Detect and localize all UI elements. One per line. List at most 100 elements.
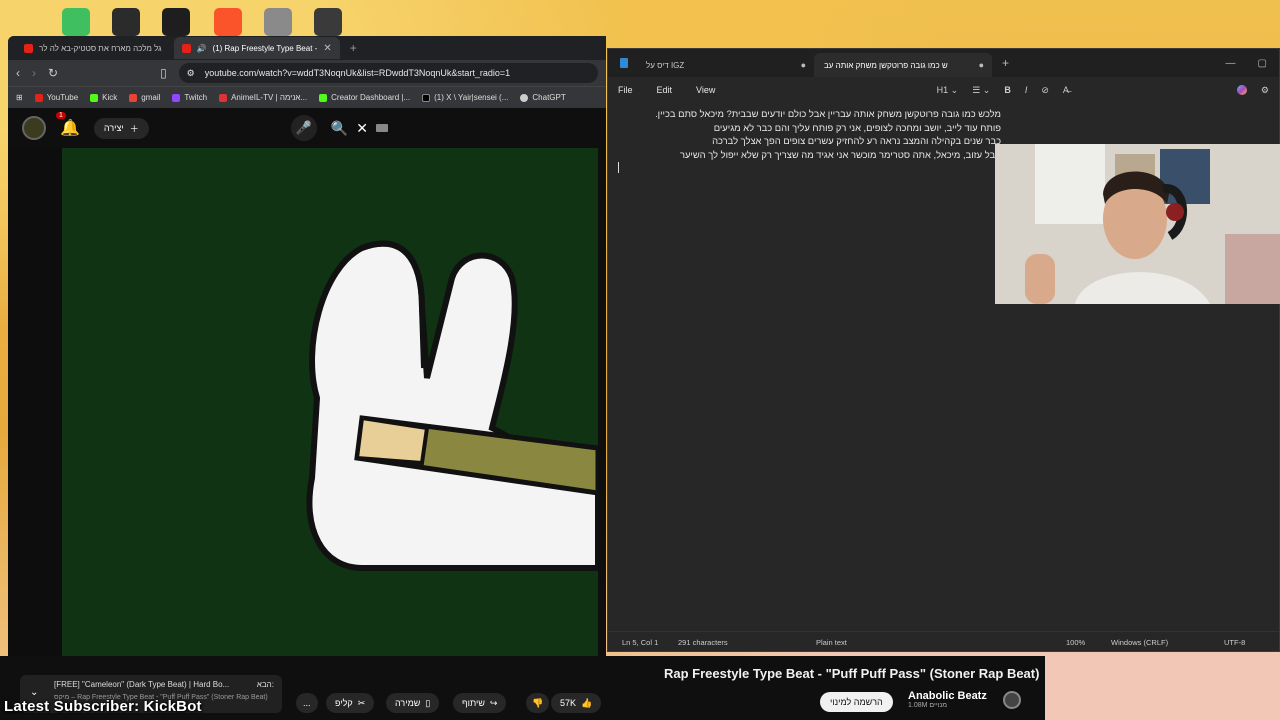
unsaved-dot-icon[interactable]: ●	[801, 60, 806, 70]
heading-dropdown[interactable]: H1 ⌄	[937, 85, 959, 96]
status-line-ending: Windows (CRLF)	[1111, 638, 1169, 647]
more-actions-button[interactable]: ...	[296, 693, 318, 713]
channel-avatar[interactable]	[1003, 691, 1021, 709]
new-tab-icon[interactable]: +	[344, 41, 363, 55]
new-tab-icon[interactable]: +	[1002, 56, 1009, 70]
status-characters: 291 characters	[678, 638, 728, 647]
clip-label: קליפ	[335, 698, 353, 708]
anime-site-icon	[219, 93, 228, 102]
user-photo-icon[interactable]	[264, 8, 292, 36]
italic-icon[interactable]: I	[1025, 85, 1028, 95]
list-icon[interactable]: ☰ ⌄	[972, 85, 990, 96]
channel-name[interactable]: Anabolic Beatz	[908, 690, 987, 702]
menu-edit[interactable]: Edit	[657, 85, 673, 95]
clear-search-icon[interactable]: ✕	[356, 120, 368, 137]
browser-tab-strip: גל מלכה מארח את סטטיק-בא לה לר 🔊 (1) Rap…	[8, 36, 606, 60]
bookmark-kick[interactable]: Kick	[90, 93, 117, 102]
cat-app-icon[interactable]	[112, 8, 140, 36]
bookmark-label: (1) X \ Yair|sensei (...	[434, 93, 509, 102]
site-info-icon[interactable]: ⚙	[187, 68, 195, 79]
search-bar[interactable]: 🔍 ✕	[331, 120, 388, 137]
webcam-overlay	[995, 144, 1280, 304]
more-icon: ...	[303, 698, 311, 708]
streamer-camera-image	[995, 144, 1280, 304]
channel-info[interactable]: Anabolic Beatz 1.08M מנויים	[908, 690, 987, 709]
notepad-tab-label: דיס על IGZ	[646, 60, 685, 70]
thumbs-down-icon: 👎	[532, 697, 544, 708]
bookmark-label: Creator Dashboard |...	[331, 93, 411, 102]
player-side-strip	[8, 148, 62, 656]
notepad-text-area[interactable]: מלכש כמו גובה פרוטקשן משחק אותה עבריין א…	[611, 107, 1001, 161]
settings-icon[interactable]: ⚙	[1261, 85, 1269, 96]
avatar[interactable]	[22, 116, 46, 140]
twitch-icon	[172, 93, 181, 102]
text-line: כבר שנים בקהילה והמצב נראה רע להחזיק עשר…	[712, 135, 1001, 146]
subscribe-button[interactable]: הרשמה למינוי	[820, 692, 893, 712]
video-thumbnail-art	[306, 240, 598, 571]
youtube-favicon-icon	[181, 43, 191, 53]
status-encoding: UTF-8	[1224, 638, 1246, 647]
clear-format-icon[interactable]: A̶	[1063, 85, 1069, 95]
create-button[interactable]: יצירה ＋	[93, 117, 149, 139]
film-app-icon[interactable]	[314, 8, 342, 36]
kick-icon	[90, 93, 99, 102]
text-line: פותח עוד לייב, יושב ומחכה לצופים, אני רק…	[713, 121, 1001, 133]
clip-button[interactable]: קליפ ✂	[326, 693, 375, 713]
brave-browser-icon[interactable]	[214, 8, 242, 36]
like-button[interactable]: 57K 👍	[551, 693, 602, 713]
share-button[interactable]: שיתוף ↪	[453, 693, 507, 713]
bold-icon[interactable]: B	[1004, 85, 1011, 95]
bookmark-youtube[interactable]: YouTube	[34, 93, 78, 102]
link-icon[interactable]: ⊘	[1041, 85, 1049, 96]
bookmark-animeil[interactable]: AnimeIL-TV | אנימה...	[219, 93, 307, 102]
maximize-icon[interactable]: ▢	[1258, 58, 1267, 69]
notifications-bell-icon[interactable]: 🔔 1	[56, 112, 80, 138]
forward-icon[interactable]: ›	[32, 66, 36, 80]
bookmark-creator-dashboard[interactable]: Creator Dashboard |...	[319, 93, 410, 102]
text-caret	[618, 162, 619, 173]
notepad-tab[interactable]: דיס על IGZ ●	[636, 53, 814, 77]
subscriber-count: 1.08M מנויים	[908, 702, 948, 709]
browser-tab-label: (1) Rap Freestyle Type Beat -	[212, 43, 318, 53]
bookmarks-bar: ⊞ YouTube Kick gmail Twitch AnimeIL-TV |…	[8, 86, 606, 108]
bookmark-gmail[interactable]: gmail	[129, 93, 160, 102]
bookmark-twitch[interactable]: Twitch	[172, 93, 207, 102]
bookmark-chatgpt[interactable]: ChatGPT	[520, 93, 566, 102]
share-label: שיתוף	[462, 698, 485, 708]
media-app-icon[interactable]	[162, 8, 190, 36]
reload-icon[interactable]: ↻	[48, 66, 58, 80]
browser-tab[interactable]: גל מלכה מארח את סטטיק-בא לה לר	[16, 37, 170, 59]
bookmark-label: gmail	[141, 93, 161, 102]
thumbs-up-icon: 👍	[581, 697, 593, 708]
browser-tab-active[interactable]: 🔊 (1) Rap Freestyle Type Beat - ✕	[173, 37, 340, 59]
back-icon[interactable]: ‹	[16, 66, 20, 80]
menu-file[interactable]: File	[618, 85, 633, 95]
game-controller-icon[interactable]	[62, 8, 90, 36]
copilot-icon[interactable]	[1236, 85, 1247, 95]
menu-view[interactable]: View	[696, 85, 715, 95]
address-bar[interactable]: ⚙ youtube.com/watch?v=wddT3NoqnUk&list=R…	[178, 63, 598, 83]
url-text: youtube.com/watch?v=wddT3NoqnUk&list=RDw…	[204, 68, 511, 78]
microphone-icon[interactable]: 🎤	[290, 115, 317, 141]
save-button[interactable]: שמירה ▯	[386, 693, 440, 713]
minimize-icon[interactable]: —	[1226, 58, 1236, 69]
notepad-tab-active[interactable]: ש כמו גובה פרוטקשן משחק אותה עב ●	[814, 53, 992, 77]
plus-icon: ＋	[129, 123, 139, 134]
unsaved-dot-icon[interactable]: ●	[979, 60, 984, 70]
status-format: Plain text	[816, 638, 847, 647]
browser-tab-label: גל מלכה מארח את סטטיק-בא לה לר	[39, 43, 162, 53]
bookmark-icon[interactable]: ▯	[160, 66, 167, 80]
apps-grid-icon[interactable]: ⊞	[16, 93, 23, 102]
keyboard-icon[interactable]	[376, 124, 388, 132]
video-player[interactable]	[62, 148, 598, 656]
search-icon[interactable]: 🔍	[331, 120, 348, 137]
bookmark-x[interactable]: (1) X \ Yair|sensei (...	[422, 93, 508, 102]
heading-label: H1	[936, 84, 949, 95]
close-tab-icon[interactable]: ✕	[323, 43, 331, 54]
window-controls: — ▢	[1226, 58, 1279, 69]
video-title: Rap Freestyle Type Beat - "Puff Puff Pas…	[664, 666, 1040, 681]
youtube-icon	[34, 93, 43, 102]
bookmark-label: Twitch	[184, 93, 208, 102]
dislike-button[interactable]: 👎	[526, 693, 550, 713]
chevron-down-icon[interactable]: ⌄	[30, 687, 38, 698]
